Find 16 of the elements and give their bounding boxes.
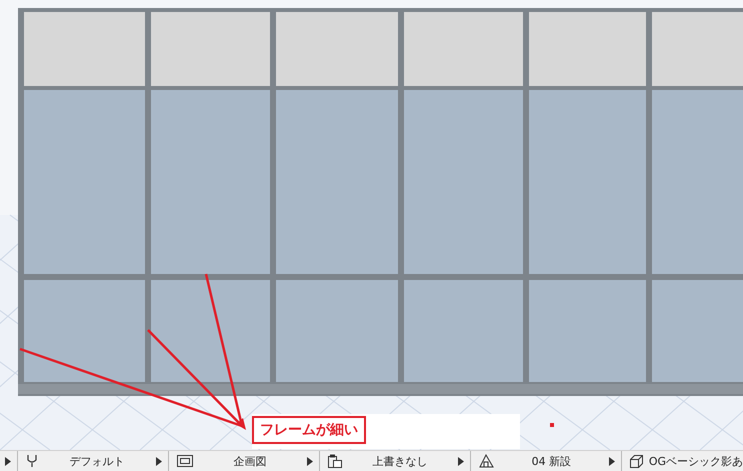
pen-icon[interactable] bbox=[26, 454, 38, 468]
caret-icon[interactable] bbox=[458, 456, 464, 466]
status-label[interactable]: デフォルト bbox=[44, 454, 150, 468]
status-label[interactable]: 04 新設 bbox=[500, 454, 603, 468]
callout-label: フレームが細い bbox=[252, 416, 366, 444]
status-label[interactable]: 上書きなし bbox=[348, 454, 452, 468]
caret-icon[interactable] bbox=[5, 456, 11, 466]
clipboard-icon[interactable] bbox=[328, 454, 342, 468]
frame-icon[interactable] bbox=[176, 455, 193, 467]
caret-icon[interactable] bbox=[608, 456, 615, 466]
status-label[interactable]: 企画図 bbox=[198, 454, 301, 468]
cube-icon[interactable] bbox=[630, 454, 643, 468]
caret-icon[interactable] bbox=[156, 456, 162, 466]
caret-icon[interactable] bbox=[306, 456, 313, 466]
house-icon[interactable] bbox=[478, 454, 494, 468]
status-label[interactable]: OGベーシック影あ bbox=[648, 454, 743, 468]
